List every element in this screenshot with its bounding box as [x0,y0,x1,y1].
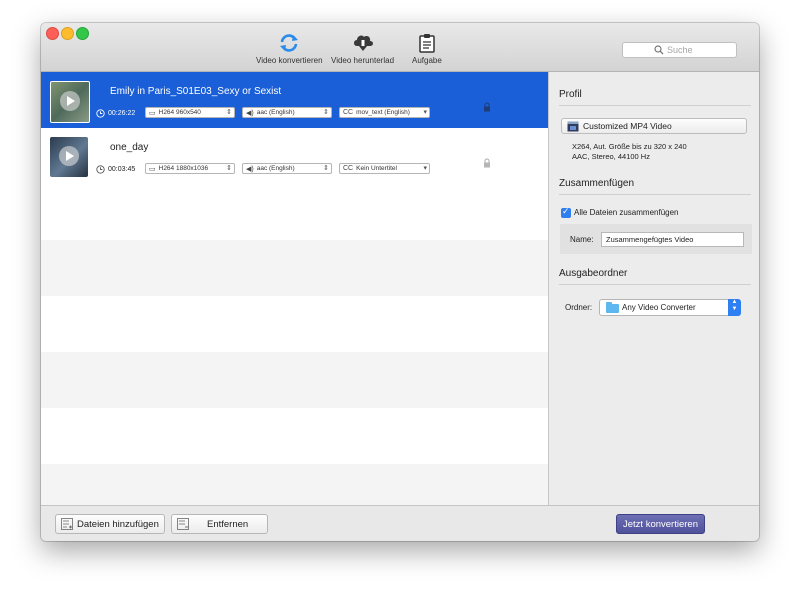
clapperboard-icon [567,121,579,132]
video-format-value: H264 1880x1036 [158,165,209,172]
name-input[interactable] [601,232,744,247]
file-row[interactable]: Emily in Paris_S01E03_Sexy or Sexist 00:… [41,72,548,128]
name-group: Name: [560,224,752,254]
video-thumbnail [50,137,88,177]
convert-now-label: Jetzt konvertieren [623,518,698,530]
audio-track-value: aac (English) [256,165,295,172]
file-title: one_day [110,142,149,153]
search-field[interactable] [622,42,737,58]
chevron-down-icon: ▾ [423,165,427,172]
profile-heading: Profil [559,89,582,100]
settings-panel: Profil Customized MP4 Video X264, Aut. G… [549,72,759,505]
duration-value: 00:03:45 [108,166,136,173]
profile-desc-line2: AAC, Stereo, 44100 Hz [572,152,650,161]
merge-checkbox[interactable] [561,206,571,218]
profile-name: Customized MP4 Video [583,121,672,131]
video-format-select[interactable]: ▭ H264 960x540 ⇕ [145,107,235,118]
file-list[interactable]: Emily in Paris_S01E03_Sexy or Sexist 00:… [41,72,549,505]
toolbar-video-herunterlad[interactable]: Video herunterlad [331,33,394,65]
convert-now-button[interactable]: Jetzt konvertieren [616,514,705,534]
divider [559,105,751,106]
lock-icon[interactable] [483,158,491,168]
minimize-window-button[interactable] [61,27,74,40]
updown-icon: ⇕ [226,109,232,116]
remove-button[interactable]: Entfernen [171,514,268,534]
toolbar-label: Aufgabe [412,56,442,65]
merge-checkbox-label: Alle Dateien zusammenfügen [574,208,679,217]
empty-row [41,464,548,505]
empty-row [41,352,548,408]
lock-icon[interactable] [483,102,491,112]
app-window: Video konvertieren Video herunterlad Auf… [41,23,759,541]
clock-icon [96,165,105,174]
toolbar: Video konvertieren Video herunterlad Auf… [41,23,759,72]
updown-icon: ▲ ▼ [728,299,741,316]
duration: 00:03:45 [96,165,135,174]
name-label: Name: [570,235,594,244]
subtitle-select[interactable]: CC mov_text (English) ▾ [339,107,430,118]
toolbar-label: Video herunterlad [331,56,395,65]
add-files-label: Dateien hinzufügen [77,518,159,530]
film-icon: ▭ [149,165,156,173]
subtitle-value: mov_text (English) [356,109,410,116]
remove-label: Entfernen [207,518,249,530]
add-files-icon [61,518,73,530]
search-icon [654,45,664,55]
toolbar-video-konvertieren[interactable]: Video konvertieren [256,33,323,65]
updown-icon: ⇕ [226,165,232,172]
video-format-select[interactable]: ▭ H264 1880x1036 ⇕ [145,163,235,174]
duration: 00:26:22 [96,109,135,118]
audio-track-select[interactable]: ◀) aac (English) ⇕ [242,163,332,174]
clock-icon [96,109,105,118]
folder-value: Any Video Converter [622,303,696,312]
close-window-button[interactable] [46,27,59,40]
film-icon: ▭ [149,109,156,117]
subtitle-value: Kein Untertitel [356,165,397,172]
output-heading: Ausgabeordner [559,268,628,279]
divider [559,194,751,195]
audio-track-select[interactable]: ◀) aac (English) ⇕ [242,107,332,118]
audio-track-value: aac (English) [256,109,295,116]
cc-icon: CC [343,109,354,116]
speaker-icon: ◀) [246,165,254,173]
add-files-button[interactable]: Dateien hinzufügen [55,514,165,534]
cc-icon: CC [343,165,354,172]
video-thumbnail [50,81,90,123]
speaker-icon: ◀) [246,109,254,117]
profile-button[interactable]: Customized MP4 Video [561,118,747,134]
duration-value: 00:26:22 [108,110,136,117]
merge-heading: Zusammenfügen [559,178,635,189]
profile-desc-line1: X264, Aut. Größe bis zu 320 x 240 [572,142,687,151]
cloud-download-icon [353,35,373,51]
remove-list-icon [177,518,189,530]
clipboard-icon [419,34,435,53]
play-icon [60,91,80,111]
updown-icon: ⇕ [323,165,329,172]
toolbar-label: Video konvertieren [256,56,323,65]
folder-label: Ordner: [565,303,593,312]
search-input[interactable] [667,44,733,56]
empty-row [41,240,548,296]
divider [559,284,751,285]
video-format-value: H264 960x540 [158,109,201,116]
refresh-icon [280,34,299,52]
toolbar-aufgabe[interactable]: Aufgabe [412,33,442,65]
bottom-bar: Dateien hinzufügen Entfernen Jetzt konve… [41,505,759,541]
play-icon [59,146,79,166]
chevron-down-icon: ▾ [423,109,427,116]
file-title: Emily in Paris_S01E03_Sexy or Sexist [110,86,282,97]
folder-select[interactable]: Any Video Converter ▲ ▼ [599,299,741,316]
file-row[interactable]: one_day 00:03:45 ▭ H264 1880x1036 ⇕ ◀) aac … [41,128,548,184]
folder-icon [606,302,619,313]
subtitle-select[interactable]: CC Kein Untertitel ▾ [339,163,430,174]
zoom-window-button[interactable] [76,27,89,40]
updown-icon: ⇕ [323,109,329,116]
